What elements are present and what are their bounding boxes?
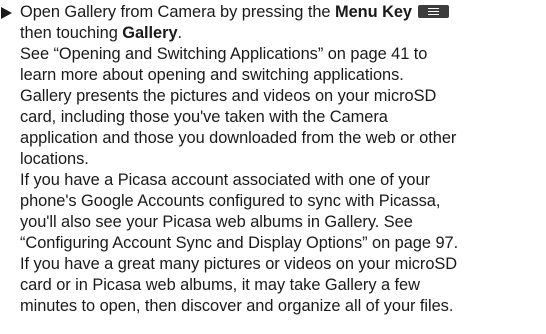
text-line: Gallery presents the pictures and videos…: [20, 87, 437, 105]
text-line: locations.: [20, 150, 89, 168]
text-line: phone's Google Accounts configured to sy…: [20, 192, 441, 210]
bullet-arrow-icon: [1, 7, 12, 19]
text-line: card or in Picasa web albums, it may tak…: [20, 276, 420, 294]
text-line: you'll also see your Picasa web albums i…: [20, 213, 413, 231]
text-line: card, including those you've taken with …: [20, 108, 388, 126]
touch-suffix-text: .: [177, 24, 183, 42]
instruction-step-text: Open Gallery from Camera by pressing the: [20, 3, 335, 21]
text-line: See “Opening and Switching Applications”…: [20, 45, 428, 63]
text-line: “Configuring Account Sync and Display Op…: [20, 234, 459, 252]
menu-lines-glyph: [427, 8, 439, 15]
text-line: If you have a great many pictures or vid…: [20, 255, 458, 273]
gallery-label: Gallery: [122, 24, 178, 42]
text-line: minutes to open, then discover and organ…: [20, 297, 454, 315]
text-line: application and those you downloaded fro…: [20, 129, 457, 147]
touch-prefix-text: then touching: [20, 24, 123, 42]
menu-key-icon: [417, 5, 449, 18]
manual-page: Open Gallery from Camera by pressing the…: [0, 2, 546, 334]
text-line: learn more about opening and switching a…: [20, 66, 404, 84]
instruction-line-1: Open Gallery from Camera by pressing the…: [1, 2, 449, 23]
text-line: If you have a Picasa account associated …: [20, 171, 430, 189]
menu-key-label: Menu Key: [334, 3, 412, 21]
instruction-line-2: then touching Gallery.: [20, 23, 182, 44]
